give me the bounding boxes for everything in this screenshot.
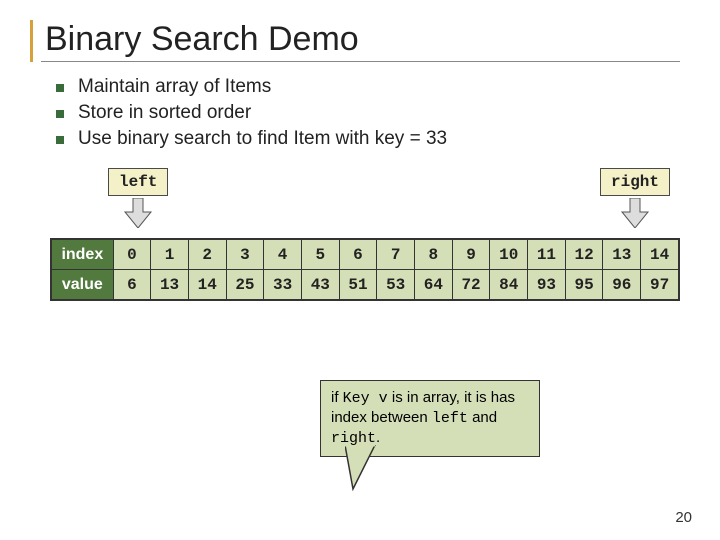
value-cell: 93	[528, 270, 566, 300]
index-cell: 0	[113, 240, 151, 270]
value-row: value 6 13 14 25 33 43 51 53 64 72 84 93…	[52, 270, 679, 300]
callout-text: and	[468, 409, 497, 426]
value-cell: 43	[301, 270, 339, 300]
value-cell: 97	[641, 270, 679, 300]
value-cell: 13	[151, 270, 189, 300]
pointer-markers: left right	[50, 168, 680, 238]
bullet-text: Maintain array of Items	[78, 76, 271, 98]
value-cell: 14	[188, 270, 226, 300]
value-cell: 25	[226, 270, 264, 300]
value-cell: 51	[339, 270, 377, 300]
index-cell: 13	[603, 240, 641, 270]
list-item: Store in sorted order	[56, 102, 680, 124]
value-cell: 72	[452, 270, 490, 300]
index-cell: 8	[415, 240, 453, 270]
list-item: Maintain array of Items	[56, 76, 680, 98]
callout-code: Key v	[343, 390, 388, 407]
bullet-icon	[56, 110, 64, 118]
callout-code: left	[432, 410, 468, 427]
callout-text: .	[376, 429, 380, 446]
slide: Binary Search Demo Maintain array of Ite…	[0, 0, 720, 540]
index-cell: 3	[226, 240, 264, 270]
speech-tail-icon	[345, 445, 395, 491]
index-cell: 7	[377, 240, 415, 270]
index-row: index 0 1 2 3 4 5 6 7 8 9 10 11 12 13 14	[52, 240, 679, 270]
value-cell: 6	[113, 270, 151, 300]
callout-code: right	[331, 430, 376, 447]
index-cell: 2	[188, 240, 226, 270]
index-cell: 5	[301, 240, 339, 270]
index-cell: 9	[452, 240, 490, 270]
value-cell: 33	[264, 270, 302, 300]
bullet-text: Store in sorted order	[78, 102, 251, 124]
bullet-text: Use binary search to find Item with key …	[78, 128, 447, 150]
right-marker: right	[600, 168, 670, 228]
callout-text: if	[331, 389, 343, 406]
index-cell: 1	[151, 240, 189, 270]
index-cell: 14	[641, 240, 679, 270]
bullet-icon	[56, 136, 64, 144]
value-cell: 95	[565, 270, 603, 300]
value-row-label: value	[52, 270, 114, 300]
value-cell: 53	[377, 270, 415, 300]
page-number: 20	[675, 509, 692, 526]
bullet-icon	[56, 84, 64, 92]
index-cell: 10	[490, 240, 528, 270]
list-item: Use binary search to find Item with key …	[56, 128, 680, 150]
arrow-down-icon	[620, 198, 650, 228]
left-marker-label: left	[108, 168, 168, 196]
index-cell: 12	[565, 240, 603, 270]
value-cell: 84	[490, 270, 528, 300]
arrow-down-icon	[123, 198, 153, 228]
title-container: Binary Search Demo	[30, 20, 680, 62]
value-cell: 64	[415, 270, 453, 300]
index-cell: 4	[264, 240, 302, 270]
index-row-label: index	[52, 240, 114, 270]
right-marker-label: right	[600, 168, 670, 196]
slide-title: Binary Search Demo	[41, 20, 680, 62]
index-cell: 6	[339, 240, 377, 270]
bullet-list: Maintain array of Items Store in sorted …	[56, 76, 680, 150]
array-table: index 0 1 2 3 4 5 6 7 8 9 10 11 12 13 14…	[50, 238, 680, 301]
index-cell: 11	[528, 240, 566, 270]
value-cell: 96	[603, 270, 641, 300]
left-marker: left	[108, 168, 168, 228]
